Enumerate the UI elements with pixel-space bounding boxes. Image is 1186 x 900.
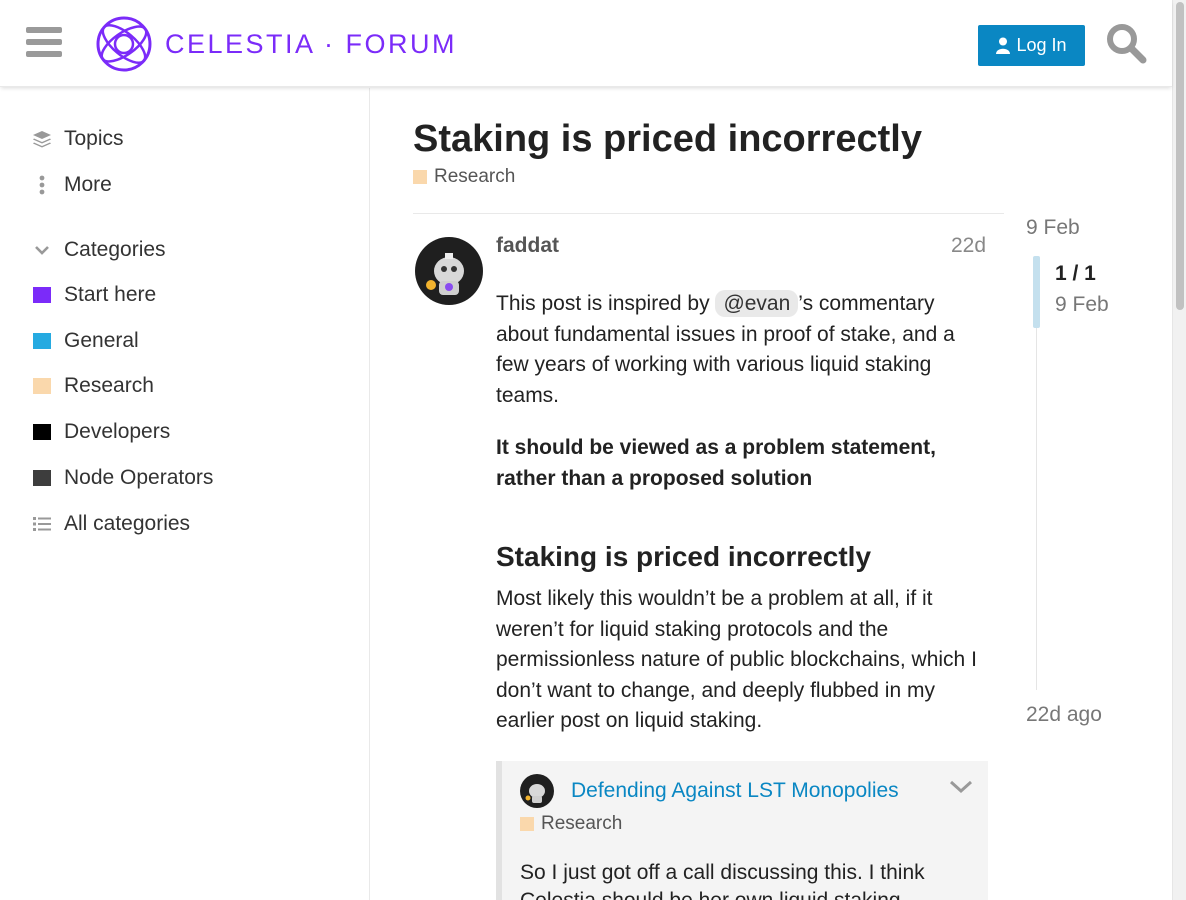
chevron-down-icon (32, 240, 52, 260)
scrollbar-thumb[interactable] (1176, 2, 1184, 310)
quoted-category-label: Research (541, 813, 623, 834)
avatar[interactable] (520, 774, 554, 808)
layers-icon (32, 129, 52, 149)
sidebar-item-label: Research (64, 374, 154, 397)
hamburger-menu-icon[interactable] (26, 27, 62, 59)
category-swatch (33, 424, 51, 440)
quoted-text: So I just got off a call discussing this… (520, 861, 925, 900)
search-icon[interactable] (1105, 22, 1147, 64)
timeline-current-date: 9 Feb (1055, 293, 1109, 316)
post-date[interactable]: 22d (951, 234, 986, 258)
post-paragraph: Most likely this wouldn’t be a problem a… (496, 587, 977, 732)
sidebar-item-label: General (64, 329, 139, 352)
sidebar-item-label: Node Operators (64, 466, 214, 489)
category-swatch (413, 170, 427, 184)
timeline-start-date[interactable]: 9 Feb (1026, 216, 1080, 240)
sidebar-category-start-here[interactable]: Start here (32, 277, 156, 313)
chevron-down-icon[interactable] (948, 777, 974, 797)
category-swatch (33, 333, 51, 349)
post-author[interactable]: faddat (496, 234, 559, 258)
categories-heading: Categories (64, 238, 166, 261)
post-body: This post is inspired by @evan’s comment… (496, 289, 988, 737)
sidebar-item-more[interactable]: More (32, 167, 112, 203)
post-heading: Staking is priced incorrectly (496, 541, 872, 572)
sidebar-item-all-categories[interactable]: All categories (32, 506, 190, 542)
logo-text: CELESTIA · FORUM (164, 28, 457, 59)
sidebar-item-label: Start here (64, 283, 157, 306)
timeline-end-date[interactable]: 22d ago (1026, 703, 1102, 727)
post-paragraph: This post is inspired by @evan’s comment… (496, 290, 955, 407)
sidebar: Topics More Categories Start here Genera… (0, 88, 370, 900)
user-icon (996, 37, 1011, 54)
sidebar-category-general[interactable]: General (32, 323, 139, 359)
category-swatch (33, 287, 51, 303)
sidebar-category-node-operators[interactable]: Node Operators (32, 460, 213, 496)
sidebar-category-developers[interactable]: Developers (32, 414, 170, 450)
page-scrollbar[interactable] (1172, 0, 1186, 900)
log-in-button[interactable]: Log In (978, 25, 1085, 66)
quoted-topic-link[interactable]: Defending Against LST Monopolies (571, 779, 899, 803)
post-paragraph-bold: It should be viewed as a problem stateme… (496, 436, 936, 490)
site-header: CELESTIA · FORUM Log In (0, 0, 1172, 87)
sidebar-item-label: Topics (64, 127, 124, 150)
sidebar-item-label: All categories (64, 512, 191, 535)
celestia-logo-icon (96, 16, 152, 72)
onebox-quote: Defending Against LST Monopolies Researc… (496, 761, 988, 900)
categories-toggle[interactable]: Categories (32, 232, 166, 268)
ellipsis-vertical-icon (32, 175, 52, 195)
sidebar-item-label: Developers (64, 420, 171, 443)
log-in-label: Log In (1016, 35, 1067, 55)
celestia-forum-logo[interactable]: CELESTIA · FORUM (95, 15, 457, 73)
user-mention[interactable]: @evan (715, 290, 799, 317)
category-swatch (33, 378, 51, 394)
topic-category-badge[interactable]: Research (413, 166, 515, 188)
avatar[interactable] (415, 237, 483, 305)
timeline-handle[interactable] (1033, 256, 1040, 328)
list-icon (32, 514, 52, 534)
sidebar-category-research[interactable]: Research (32, 368, 154, 404)
topic-title[interactable]: Staking is priced incorrectly (413, 118, 922, 161)
divider (413, 213, 1004, 214)
quoted-category-badge[interactable]: Research (520, 813, 622, 835)
category-swatch (33, 470, 51, 486)
topic-category-label: Research (434, 166, 516, 187)
sidebar-item-label: More (64, 173, 112, 196)
sidebar-item-topics[interactable]: Topics (32, 121, 124, 157)
category-swatch (520, 817, 534, 831)
timeline-post-count: 1 / 1 (1055, 262, 1096, 285)
